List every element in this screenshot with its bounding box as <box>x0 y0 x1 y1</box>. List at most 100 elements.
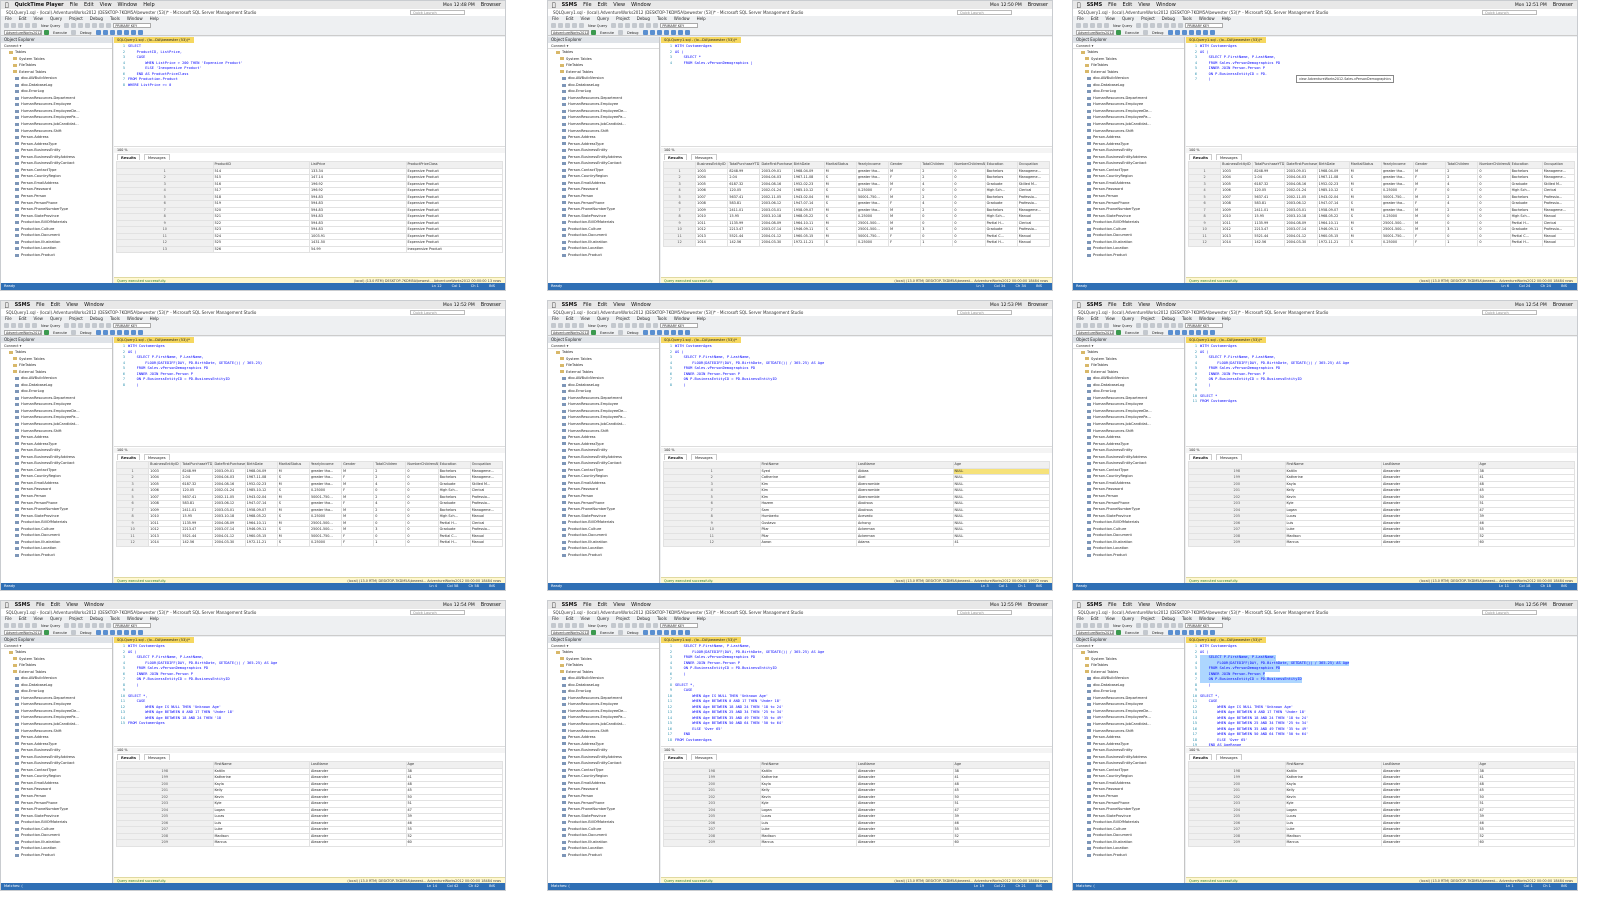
mdx-query-icon[interactable] <box>1143 623 1149 628</box>
stop-icon[interactable] <box>1167 630 1173 635</box>
mdx-query-icon[interactable] <box>618 623 624 628</box>
mdx-query-icon[interactable] <box>1143 323 1149 328</box>
paste-icon[interactable] <box>639 623 645 628</box>
indent-icon[interactable] <box>137 630 143 635</box>
uncomment-icon[interactable] <box>677 330 683 335</box>
cut-icon[interactable] <box>1150 23 1156 28</box>
debug-button[interactable]: Debug <box>625 31 641 35</box>
open-icon[interactable] <box>25 323 30 328</box>
results-grid[interactable]: ProductID ListPrice ProductPriceClass 1 514 1… <box>116 161 503 277</box>
execute-button[interactable]: Execute <box>598 31 616 35</box>
debug-button[interactable]: Debug <box>625 331 641 335</box>
comment-icon[interactable] <box>670 630 676 635</box>
results-grid-icon[interactable] <box>656 30 662 35</box>
document-tab[interactable]: SQLQuery1.sql - (lo...DA\bewester (53))* <box>661 637 741 643</box>
apple-icon[interactable]:  <box>1077 602 1081 609</box>
messages-tab[interactable]: Messages <box>691 454 717 460</box>
messages-tab[interactable]: Messages <box>144 454 170 460</box>
document-tab[interactable]: SQLQuery1.sql - (lo...DA\bewester (53))* <box>114 637 194 643</box>
mac-menu-item[interactable]: View <box>1138 2 1150 8</box>
mac-menu-item[interactable]: View <box>1138 302 1150 308</box>
primary-key-dropdown[interactable]: PRIMARY KEY <box>660 623 699 628</box>
results-grid-icon[interactable] <box>656 330 662 335</box>
stop-icon[interactable] <box>95 30 101 35</box>
save-icon[interactable] <box>579 23 584 28</box>
parse-icon[interactable] <box>102 330 108 335</box>
undo-icon[interactable] <box>646 23 652 28</box>
copy-icon[interactable] <box>1157 23 1163 28</box>
mac-menu-item[interactable]: Window <box>631 302 651 308</box>
results-tab[interactable]: Results <box>664 154 687 160</box>
query-editor[interactable]: 1 WITH CustomerAges 2 AS (3 SELECT * 4 FROM … <box>661 44 1052 147</box>
primary-key-dropdown[interactable]: PRIMARY KEY <box>113 623 152 628</box>
paste-icon[interactable] <box>639 23 645 28</box>
copy-icon[interactable] <box>632 23 638 28</box>
cut-icon[interactable] <box>78 323 84 328</box>
paste-icon[interactable] <box>1164 623 1170 628</box>
mac-menu-item[interactable]: View <box>100 2 112 8</box>
table-cell[interactable]: 1972-11-21 <box>1316 239 1350 247</box>
stop-icon[interactable] <box>642 30 648 35</box>
tree-item[interactable]: Production.Product <box>1 852 112 859</box>
undo-icon[interactable] <box>646 623 652 628</box>
mac-app-name[interactable]: SSMS <box>562 2 578 8</box>
results-tab[interactable]: Results <box>117 754 140 760</box>
cut-icon[interactable] <box>625 323 631 328</box>
indent-icon[interactable] <box>137 30 143 35</box>
quick-launch-input[interactable]: Quick Launch <box>410 610 465 615</box>
column-header[interactable]: NumberChildrenAtHome <box>952 161 986 169</box>
mac-menu-item[interactable]: Edit <box>1123 602 1133 608</box>
mac-menu-item[interactable]: File <box>1108 302 1116 308</box>
comment-icon[interactable] <box>123 330 129 335</box>
uncomment-icon[interactable] <box>677 630 683 635</box>
results-grid[interactable]: FirstName LastName Age 198 Kaitlin Alexander 3… <box>116 761 503 877</box>
save-icon[interactable] <box>32 323 37 328</box>
table-cell[interactable]: 1 <box>920 239 954 247</box>
mac-app-name[interactable]: SSMS <box>562 302 578 308</box>
mac-menu-item[interactable]: View <box>613 2 625 8</box>
new-query-button[interactable]: New Query <box>586 24 609 28</box>
browser-menu[interactable]: Browser <box>1028 302 1048 308</box>
results-tab[interactable]: Results <box>1189 154 1212 160</box>
mdx-query-icon[interactable] <box>71 323 77 328</box>
database-engine-query-icon[interactable] <box>611 323 617 328</box>
mac-menu-item[interactable]: Window <box>84 602 104 608</box>
mac-app-name[interactable]: SSMS <box>1087 2 1103 8</box>
zoom-level[interactable]: 100 % <box>114 448 505 453</box>
primary-key-dropdown[interactable]: PRIMARY KEY <box>113 23 152 28</box>
execute-button[interactable]: Execute <box>51 331 69 335</box>
table-cell[interactable]: 60 <box>1477 839 1575 847</box>
back-icon[interactable] <box>4 323 9 328</box>
debug-icon[interactable] <box>618 330 623 335</box>
parse-icon[interactable] <box>1174 30 1180 35</box>
browser-menu[interactable]: Browser <box>481 2 501 8</box>
table-row[interactable]: 209 Marcus Alexander 60 <box>1188 839 1575 847</box>
browser-menu[interactable]: Browser <box>481 302 501 308</box>
table-cell[interactable]: 142.56 <box>727 239 761 247</box>
apple-icon[interactable]:  <box>5 302 9 309</box>
uncomment-icon[interactable] <box>1202 30 1208 35</box>
results-grid[interactable]: BusinessEntityID TotalPurchaseYTD DateFirs… <box>116 461 503 577</box>
column-header[interactable]: BusinessEntityID <box>695 161 729 169</box>
comment-icon[interactable] <box>670 330 676 335</box>
table-cell[interactable]: Partial H... <box>437 539 471 547</box>
stop-icon[interactable] <box>642 630 648 635</box>
redo-icon[interactable] <box>106 23 112 28</box>
execute-icon[interactable] <box>44 330 49 335</box>
table-cell[interactable]: Manual <box>1541 239 1575 247</box>
document-tab[interactable]: SQLQuery1.sql - (lo...DA\bewester (53))* <box>661 37 741 43</box>
execute-icon[interactable] <box>591 330 596 335</box>
copy-icon[interactable] <box>632 323 638 328</box>
cut-icon[interactable] <box>1150 623 1156 628</box>
messages-tab[interactable]: Messages <box>1216 154 1242 160</box>
table-cell[interactable]: 0-25000 <box>1380 239 1415 247</box>
indent-icon[interactable] <box>137 330 143 335</box>
messages-tab[interactable]: Messages <box>691 754 717 760</box>
column-header[interactable]: TotalPurchaseYTD <box>727 161 761 169</box>
new-query-button[interactable]: New Query <box>1111 624 1134 628</box>
open-icon[interactable] <box>572 623 577 628</box>
paste-icon[interactable] <box>1164 323 1170 328</box>
forward-icon[interactable] <box>1083 323 1088 328</box>
mac-menu-item[interactable]: Edit <box>51 302 61 308</box>
database-engine-query-icon[interactable] <box>1136 23 1142 28</box>
